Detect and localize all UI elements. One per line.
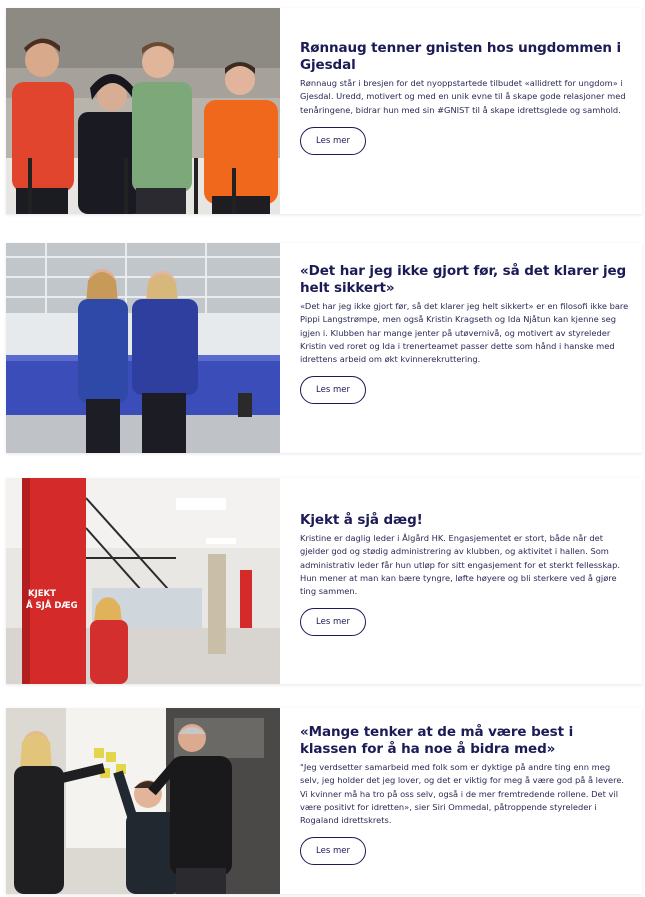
pillar-text: KJEKT [28, 589, 56, 599]
article-title[interactable]: Kjekt å sjå dæg! [300, 512, 632, 529]
read-more-button[interactable]: Les mer [300, 608, 366, 637]
photo-group-curling [6, 8, 280, 214]
article-card: Rønnaug tenner gnisten hos ungdommen i G… [6, 8, 642, 214]
article-photo[interactable]: KJEKT Å SJÅ DÆG [6, 478, 280, 684]
article-title[interactable]: «Det har jeg ikke gjort før, så det klar… [300, 263, 632, 297]
article-excerpt: Rønnaug står i bresjen for det nyoppstar… [300, 78, 626, 115]
read-more-button[interactable]: Les mer [300, 376, 366, 405]
article-card: «Det har jeg ikke gjort før, så det klar… [6, 243, 642, 453]
article-title[interactable]: Rønnaug tenner gnisten hos ungdommen i G… [300, 40, 632, 74]
article-excerpt: Kristine er daglig leder i Ålgård HK. En… [300, 533, 621, 597]
article-card: «Mange tenker at de må være best i klass… [6, 708, 642, 894]
article-feed: Rønnaug tenner gnisten hos ungdommen i G… [0, 0, 645, 897]
article-excerpt: «Det har jeg ikke gjort før, så det klar… [300, 301, 629, 365]
read-more-button[interactable]: Les mer [300, 126, 366, 155]
article-photo[interactable] [6, 8, 280, 214]
article-photo[interactable] [6, 708, 280, 894]
read-more-button[interactable]: Les mer [300, 837, 366, 866]
photo-office-team [6, 708, 280, 894]
pillar-text: Å SJÅ DÆG [26, 600, 78, 611]
article-excerpt: "Jeg verdsetter samarbeid med folk som e… [300, 762, 625, 826]
photo-sports-hall: KJEKT Å SJÅ DÆG [6, 478, 280, 684]
article-card: KJEKT Å SJÅ DÆG Kjekt å sjå dæg! Kristin… [6, 478, 642, 684]
article-photo[interactable] [6, 243, 280, 453]
article-title[interactable]: «Mange tenker at de må være best i klass… [300, 724, 632, 758]
photo-ice-rink [6, 243, 280, 453]
